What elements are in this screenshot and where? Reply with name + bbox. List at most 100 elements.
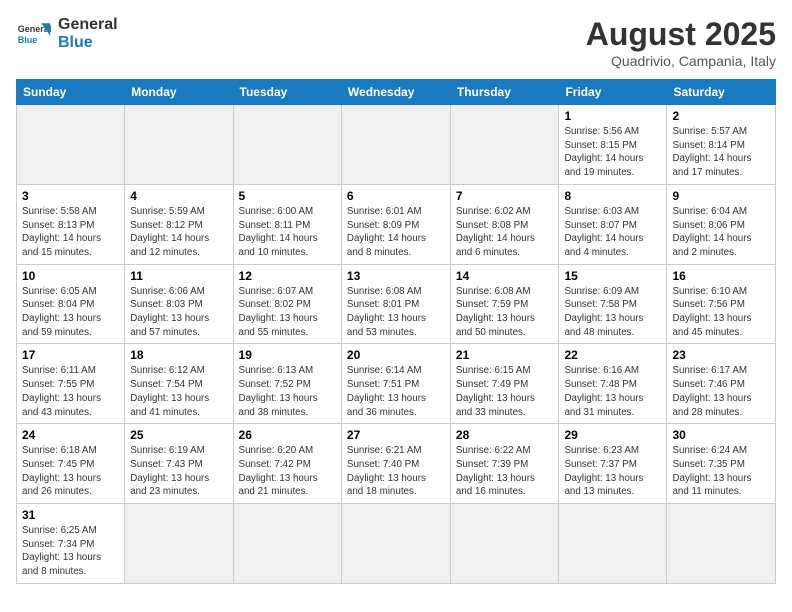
day-of-week-header: Thursday [450,80,559,105]
day-number: 9 [672,189,770,203]
calendar-day-cell: 16 Sunrise: 6:10 AM Sunset: 7:56 PM Dayli… [667,264,776,344]
calendar-day-cell: 17Sunrise: 6:11 AM Sunset: 7:55 PM Dayli… [17,344,125,424]
day-info: Sunrise: 6:16 AM Sunset: 7:48 PM Dayligh… [564,364,661,419]
day-number: 17 [22,348,119,362]
calendar-day-cell: 23 Sunrise: 6:17 AM Sunset: 7:46 PM Dayli… [667,344,776,424]
calendar-day-cell: 15 Sunrise: 6:09 AM Sunset: 7:58 PM Dayli… [559,264,667,344]
logo: General Blue General Blue [16,16,118,52]
day-number: 3 [22,189,119,203]
calendar-day-cell: 21Sunrise: 6:15 AM Sunset: 7:49 PM Dayli… [450,344,559,424]
day-number: 23 [672,348,770,362]
day-of-week-header: Sunday [17,80,125,105]
day-info: Sunrise: 5:56 AM Sunset: 8:15 PM Dayligh… [564,125,661,180]
day-info: Sunrise: 5:58 AM Sunset: 8:13 PM Dayligh… [22,205,119,260]
calendar-week-row: 24 Sunrise: 6:18 AM Sunset: 7:45 PM Dayli… [17,424,776,504]
calendar-week-row: 3 Sunrise: 5:58 AM Sunset: 8:13 PM Daylig… [17,184,776,264]
day-number: 30 [672,428,770,442]
day-info: Sunrise: 5:59 AM Sunset: 8:12 PM Dayligh… [130,205,227,260]
calendar-day-cell: 24 Sunrise: 6:18 AM Sunset: 7:45 PM Dayli… [17,424,125,504]
day-info: Sunrise: 6:07 AM Sunset: 8:02 PM Dayligh… [239,285,336,340]
day-of-week-header: Saturday [667,80,776,105]
day-number: 7 [456,189,554,203]
calendar-day-cell: 4 Sunrise: 5:59 AM Sunset: 8:12 PM Daylig… [125,184,233,264]
calendar-day-cell: 18Sunrise: 6:12 AM Sunset: 7:54 PM Dayli… [125,344,233,424]
day-number: 27 [347,428,445,442]
day-number: 13 [347,269,445,283]
day-number: 22 [564,348,661,362]
day-info: Sunrise: 6:21 AM Sunset: 7:40 PM Dayligh… [347,444,445,499]
day-number: 5 [239,189,336,203]
day-info: Sunrise: 6:17 AM Sunset: 7:46 PM Dayligh… [672,364,770,419]
calendar-day-cell [559,504,667,584]
calendar-day-cell: 3 Sunrise: 5:58 AM Sunset: 8:13 PM Daylig… [17,184,125,264]
day-info: Sunrise: 6:10 AM Sunset: 7:56 PM Dayligh… [672,285,770,340]
calendar-day-cell: 29Sunrise: 6:23 AM Sunset: 7:37 PM Dayli… [559,424,667,504]
day-info: Sunrise: 6:05 AM Sunset: 8:04 PM Dayligh… [22,285,119,340]
location: Quadrivio, Campania, Italy [586,53,776,69]
day-info: Sunrise: 6:08 AM Sunset: 8:01 PM Dayligh… [347,285,445,340]
day-info: Sunrise: 6:23 AM Sunset: 7:37 PM Dayligh… [564,444,661,499]
day-info: Sunrise: 6:04 AM Sunset: 8:06 PM Dayligh… [672,205,770,260]
day-number: 20 [347,348,445,362]
calendar-day-cell: 6 Sunrise: 6:01 AM Sunset: 8:09 PM Daylig… [341,184,450,264]
day-of-week-header: Tuesday [233,80,341,105]
calendar-header-row: SundayMondayTuesdayWednesdayThursdayFrid… [17,80,776,105]
calendar-day-cell [450,105,559,185]
day-info: Sunrise: 6:12 AM Sunset: 7:54 PM Dayligh… [130,364,227,419]
calendar-day-cell [125,105,233,185]
calendar-day-cell: 2Sunrise: 5:57 AM Sunset: 8:14 PM Daylig… [667,105,776,185]
day-info: Sunrise: 6:20 AM Sunset: 7:42 PM Dayligh… [239,444,336,499]
day-number: 8 [564,189,661,203]
calendar-day-cell: 31Sunrise: 6:25 AM Sunset: 7:34 PM Dayli… [17,504,125,584]
day-info: Sunrise: 6:24 AM Sunset: 7:35 PM Dayligh… [672,444,770,499]
day-info: Sunrise: 6:09 AM Sunset: 7:58 PM Dayligh… [564,285,661,340]
svg-text:Blue: Blue [18,35,38,45]
calendar-day-cell: 13 Sunrise: 6:08 AM Sunset: 8:01 PM Dayli… [341,264,450,344]
day-number: 24 [22,428,119,442]
calendar-day-cell: 10 Sunrise: 6:05 AM Sunset: 8:04 PM Dayli… [17,264,125,344]
day-number: 11 [130,269,227,283]
calendar-day-cell: 12 Sunrise: 6:07 AM Sunset: 8:02 PM Dayli… [233,264,341,344]
calendar-day-cell: 1Sunrise: 5:56 AM Sunset: 8:15 PM Daylig… [559,105,667,185]
day-info: Sunrise: 6:14 AM Sunset: 7:51 PM Dayligh… [347,364,445,419]
day-number: 16 [672,269,770,283]
day-info: Sunrise: 6:01 AM Sunset: 8:09 PM Dayligh… [347,205,445,260]
day-number: 4 [130,189,227,203]
day-number: 6 [347,189,445,203]
day-number: 14 [456,269,554,283]
day-number: 2 [672,109,770,123]
calendar-day-cell [341,504,450,584]
calendar-day-cell: 14 Sunrise: 6:08 AM Sunset: 7:59 PM Dayli… [450,264,559,344]
calendar-day-cell: 11 Sunrise: 6:06 AM Sunset: 8:03 PM Dayli… [125,264,233,344]
calendar-day-cell: 28Sunrise: 6:22 AM Sunset: 7:39 PM Dayli… [450,424,559,504]
day-number: 25 [130,428,227,442]
day-info: Sunrise: 6:18 AM Sunset: 7:45 PM Dayligh… [22,444,119,499]
month-title: August 2025 [586,16,776,53]
day-number: 12 [239,269,336,283]
logo-general-text: General [58,16,118,34]
day-number: 15 [564,269,661,283]
calendar-day-cell [233,504,341,584]
day-info: Sunrise: 6:00 AM Sunset: 8:11 PM Dayligh… [239,205,336,260]
day-of-week-header: Friday [559,80,667,105]
day-info: Sunrise: 6:02 AM Sunset: 8:08 PM Dayligh… [456,205,554,260]
logo-blue-text: Blue [58,34,118,52]
calendar-week-row: 31Sunrise: 6:25 AM Sunset: 7:34 PM Dayli… [17,504,776,584]
day-number: 10 [22,269,119,283]
calendar-day-cell: 30 Sunrise: 6:24 AM Sunset: 7:35 PM Dayli… [667,424,776,504]
day-info: Sunrise: 6:13 AM Sunset: 7:52 PM Dayligh… [239,364,336,419]
day-number: 19 [239,348,336,362]
calendar-day-cell [17,105,125,185]
day-of-week-header: Wednesday [341,80,450,105]
calendar-week-row: 17Sunrise: 6:11 AM Sunset: 7:55 PM Dayli… [17,344,776,424]
calendar-table: SundayMondayTuesdayWednesdayThursdayFrid… [16,79,776,584]
day-info: Sunrise: 6:06 AM Sunset: 8:03 PM Dayligh… [130,285,227,340]
day-info: Sunrise: 6:22 AM Sunset: 7:39 PM Dayligh… [456,444,554,499]
calendar-day-cell: 26Sunrise: 6:20 AM Sunset: 7:42 PM Dayli… [233,424,341,504]
day-info: Sunrise: 6:19 AM Sunset: 7:43 PM Dayligh… [130,444,227,499]
day-info: Sunrise: 6:08 AM Sunset: 7:59 PM Dayligh… [456,285,554,340]
calendar-day-cell: 19 Sunrise: 6:13 AM Sunset: 7:52 PM Dayli… [233,344,341,424]
title-block: August 2025 Quadrivio, Campania, Italy [586,16,776,69]
calendar-day-cell: 25 Sunrise: 6:19 AM Sunset: 7:43 PM Dayli… [125,424,233,504]
logo-icon: General Blue [16,16,52,52]
